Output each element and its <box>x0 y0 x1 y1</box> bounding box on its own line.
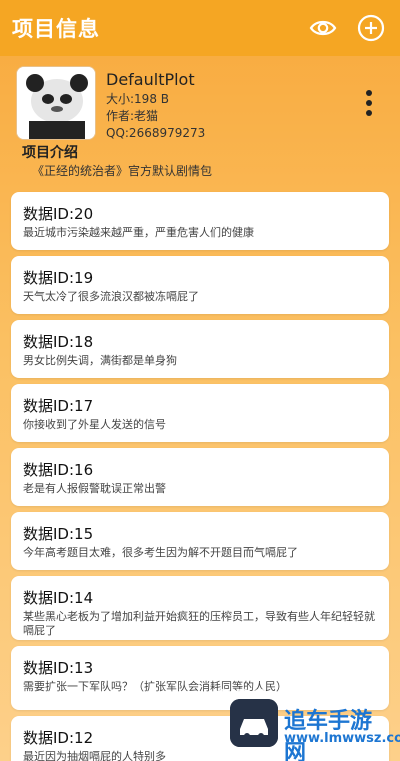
watermark: 289 追车手游网 www.lmwwsz.com <box>200 685 400 761</box>
item-desc: 某些黑心老板为了增加利益开始疯狂的压榨员工，导致有些人年纪轻轻就嗝屁了 <box>23 610 375 637</box>
item-id: 数据ID:14 <box>23 589 94 607</box>
list-item[interactable]: 数据ID:18 男女比例失调，满街都是单身狗 <box>11 320 389 378</box>
item-desc: 老是有人报假警耽误正常出警 <box>23 482 166 495</box>
data-list: 数据ID:20 最近城市污染越来越严重，严重危害人们的健康 数据ID:19 天气… <box>11 192 389 761</box>
list-item[interactable]: 数据ID:20 最近城市污染越来越严重，严重危害人们的健康 <box>11 192 389 250</box>
item-id: 数据ID:18 <box>23 333 94 351</box>
avatar <box>16 66 96 140</box>
item-desc: 需要扩张一下军队吗？（扩张军队会消耗同等的人民） <box>23 680 287 693</box>
watermark-url: www.lmwwsz.com <box>284 731 400 746</box>
intro-title: 项目介绍 <box>22 145 78 161</box>
item-id: 数据ID:17 <box>23 397 94 415</box>
item-desc: 今年高考题目太难，很多考生因为解不开题目而气嗝屁了 <box>23 546 298 559</box>
watermark-logo-icon <box>230 699 278 747</box>
item-id: 数据ID:16 <box>23 461 94 479</box>
app-bar: 项目信息 <box>0 0 400 56</box>
project-qq: QQ:2668979273 <box>106 126 206 140</box>
item-id: 数据ID:13 <box>23 659 94 677</box>
list-item[interactable]: 数据ID:15 今年高考题目太难，很多考生因为解不开题目而气嗝屁了 <box>11 512 389 570</box>
item-desc: 男女比例失调，满街都是单身狗 <box>23 354 177 367</box>
project-size: 大小:198 B <box>106 92 169 106</box>
project-author: 作者:老猫 <box>106 109 159 123</box>
eye-icon[interactable] <box>306 11 340 45</box>
project-name: DefaultPlot <box>106 70 195 89</box>
list-item[interactable]: 数据ID:16 老是有人报假警耽误正常出警 <box>11 448 389 506</box>
item-desc: 天气太冷了很多流浪汉都被冻嗝屁了 <box>23 290 199 303</box>
item-desc: 你接收到了外星人发送的信号 <box>23 418 166 431</box>
item-desc: 最近城市污染越来越严重，严重危害人们的健康 <box>23 226 254 239</box>
item-id: 数据ID:20 <box>23 205 94 223</box>
more-options-icon[interactable] <box>364 90 374 122</box>
item-id: 数据ID:19 <box>23 269 94 287</box>
list-item[interactable]: 数据ID:19 天气太冷了很多流浪汉都被冻嗝屁了 <box>11 256 389 314</box>
list-item[interactable]: 数据ID:17 你接收到了外星人发送的信号 <box>11 384 389 442</box>
intro-text: 《正经的统治者》官方默认剧情包 <box>32 164 213 178</box>
list-item[interactable]: 数据ID:14 某些黑心老板为了增加利益开始疯狂的压榨员工，导致有些人年纪轻轻就… <box>11 576 389 640</box>
item-id: 数据ID:15 <box>23 525 94 543</box>
add-icon[interactable] <box>354 11 388 45</box>
page-title: 项目信息 <box>12 17 100 41</box>
